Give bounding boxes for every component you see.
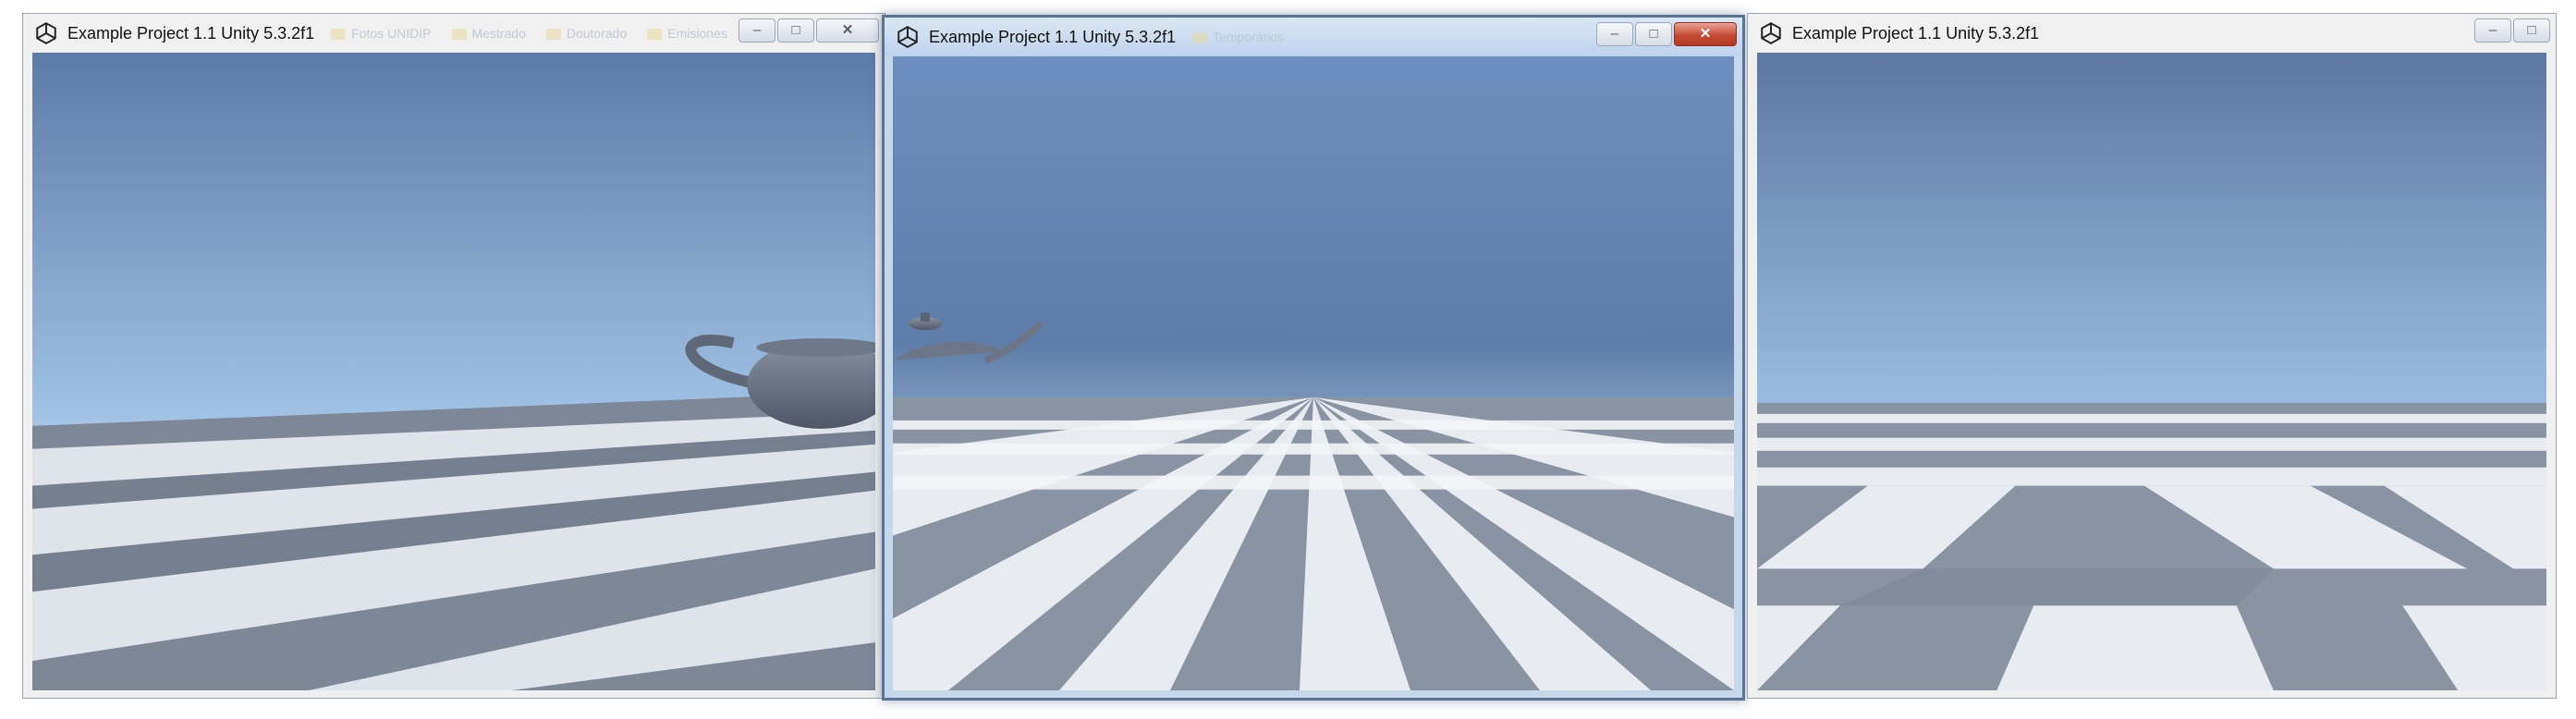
unity-window-center[interactable]: Example Project 1.1 Unity 5.3.2f1 Tempor…	[882, 15, 1745, 701]
window-title: Example Project 1.1 Unity 5.3.2f1	[929, 27, 1177, 46]
unity-window-right[interactable]: Example Project 1.1 Unity 5.3.2f1 – □	[1747, 13, 2557, 699]
unity-icon	[897, 26, 918, 48]
titlebar-left[interactable]: Example Project 1.1 Unity 5.3.2f1 Fotos …	[23, 14, 885, 53]
maximize-button[interactable]: □	[2513, 18, 2550, 43]
window-title: Example Project 1.1 Unity 5.3.2f1	[67, 23, 315, 43]
maximize-button[interactable]: □	[777, 18, 814, 43]
ghost-folder-label: Mestrado	[452, 26, 526, 41]
window-controls: – □ ✕	[1596, 22, 1737, 46]
close-button[interactable]: ✕	[816, 18, 879, 43]
maximize-button[interactable]: □	[1635, 22, 1672, 46]
window-controls: – □	[2474, 18, 2550, 43]
ghost-folder-label: Temporários	[1192, 30, 1284, 44]
scene-render	[32, 53, 875, 690]
window-controls: – □ ✕	[739, 18, 879, 43]
game-view-right[interactable]	[1757, 53, 2546, 690]
unity-icon	[36, 22, 56, 44]
game-view-left[interactable]	[32, 53, 875, 690]
scene-render	[893, 56, 1734, 690]
minimize-button[interactable]: –	[2474, 18, 2511, 43]
minimize-button[interactable]: –	[1596, 22, 1633, 46]
ghost-folder-label: Doutorado	[546, 26, 627, 41]
titlebar-right[interactable]: Example Project 1.1 Unity 5.3.2f1 – □	[1748, 14, 2556, 53]
scene-render	[1757, 53, 2546, 690]
background-folder-labels: Temporários	[1192, 30, 1284, 44]
unity-icon	[1761, 22, 1781, 44]
unity-window-left[interactable]: Example Project 1.1 Unity 5.3.2f1 Fotos …	[22, 13, 885, 699]
minimize-button[interactable]: –	[739, 18, 775, 43]
close-button[interactable]: ✕	[1674, 22, 1737, 46]
ghost-folder-label: Fotos UNIDIP	[331, 26, 431, 41]
background-folder-labels: Fotos UNIDIP Mestrado Doutorado Emisione…	[331, 26, 727, 41]
game-view-center[interactable]	[893, 56, 1734, 690]
window-title: Example Project 1.1 Unity 5.3.2f1	[1792, 23, 2040, 43]
ghost-folder-label: Emisiones	[647, 26, 727, 41]
titlebar-center[interactable]: Example Project 1.1 Unity 5.3.2f1 Tempor…	[885, 18, 1742, 56]
